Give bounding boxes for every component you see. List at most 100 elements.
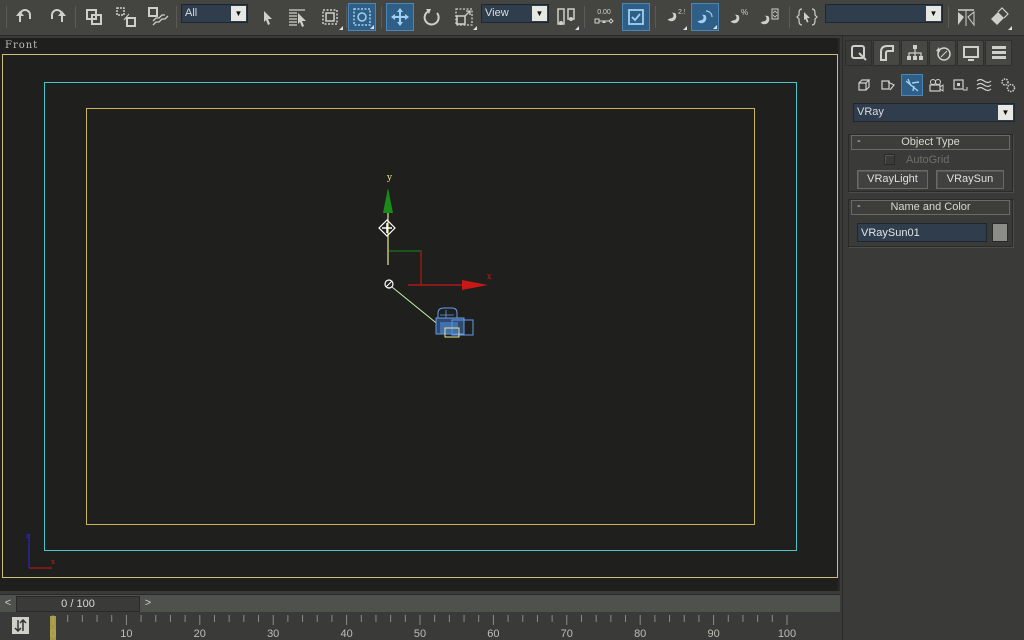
- toolbar-separator: [655, 6, 656, 28]
- geometry-icon: [858, 79, 871, 91]
- object-type-rollout-header[interactable]: - Object Type: [851, 135, 1010, 150]
- chevron-down-icon: ▼: [926, 6, 941, 21]
- object-color-swatch[interactable]: [992, 223, 1008, 242]
- align-button[interactable]: [985, 3, 1013, 31]
- move-gizmo[interactable]: y x: [383, 173, 492, 290]
- main-toolbar: All ▼ View ▼ 0.00 2.5: [0, 0, 1024, 36]
- edit-named-selection-icon: [796, 8, 818, 26]
- time-slider-track[interactable]: < 0 / 100 >: [0, 594, 840, 612]
- select-and-scale-button[interactable]: [450, 3, 478, 31]
- frame-ruler[interactable]: 0102030405060708090100: [0, 612, 840, 640]
- display-tab[interactable]: [957, 40, 984, 66]
- rectangular-selection-region-button[interactable]: [316, 3, 344, 31]
- redo-button[interactable]: [43, 3, 71, 31]
- percent-snap-icon: %: [730, 8, 748, 24]
- previous-frame-button[interactable]: <: [0, 596, 16, 612]
- object-category-value: VRay: [857, 106, 884, 118]
- ruler-label-40: 40: [340, 628, 352, 640]
- selection-filter-dropdown[interactable]: All ▼: [181, 4, 248, 23]
- vraysun-button[interactable]: VRaySun: [936, 170, 1004, 189]
- edit-named-selection-button[interactable]: [793, 3, 821, 31]
- ruler-label-70: 70: [561, 628, 573, 640]
- create-tab[interactable]: [845, 40, 872, 66]
- keyboard-shortcut-override-icon: [628, 9, 644, 25]
- gizmo-x-arrow[interactable]: [462, 280, 488, 290]
- flyout-indicator: [713, 25, 717, 29]
- current-frame-marker[interactable]: [50, 616, 56, 640]
- undo-button[interactable]: [11, 3, 39, 31]
- modify-tab[interactable]: [873, 40, 900, 66]
- flyout-indicator: [683, 26, 687, 30]
- keyboard-shortcut-override-button[interactable]: [622, 3, 650, 31]
- name-and-color-rollout-header[interactable]: - Name and Color: [851, 200, 1010, 215]
- ruler-label-100: 100: [778, 628, 796, 640]
- lights-category-button[interactable]: [901, 74, 923, 96]
- autogrid-label: AutoGrid: [906, 154, 950, 166]
- hierarchy-tab[interactable]: [901, 40, 928, 66]
- helpers-icon: [953, 79, 968, 91]
- autogrid-checkbox[interactable]: [884, 154, 895, 165]
- display-icon: [962, 46, 979, 61]
- collapse-icon: -: [857, 200, 861, 212]
- use-pivot-center-button[interactable]: [552, 3, 580, 31]
- toolbar-separator: [584, 6, 585, 28]
- next-frame-button[interactable]: >: [140, 596, 156, 612]
- motion-tab[interactable]: [929, 40, 956, 66]
- window-crossing-button[interactable]: [348, 3, 376, 31]
- gizmo-y-label: y: [386, 173, 393, 183]
- bind-to-space-warp-button[interactable]: [144, 3, 172, 31]
- select-and-rotate-icon: [423, 9, 440, 26]
- spinner-snap-button[interactable]: 0.00: [590, 3, 618, 31]
- geometry-category-button[interactable]: [853, 74, 875, 96]
- percent-snap-button[interactable]: %: [724, 3, 752, 31]
- select-and-rotate-button[interactable]: [418, 3, 446, 31]
- select-and-link-button[interactable]: [80, 3, 108, 31]
- flyout-indicator: [575, 26, 579, 30]
- gizmo-y-arrow[interactable]: [383, 188, 393, 213]
- snaps-toggle-button[interactable]: 2.5: [660, 3, 688, 31]
- chevron-right-icon: >: [144, 597, 152, 609]
- gizmo-x-label: x: [487, 272, 492, 281]
- object-category-dropdown[interactable]: VRay ▼: [853, 103, 1015, 122]
- use-pivot-center-icon: [557, 8, 575, 25]
- object-type-title: Object Type: [901, 136, 960, 148]
- front-viewport[interactable]: Front y x z x: [0, 38, 840, 591]
- world-z-label: z: [26, 532, 30, 540]
- unlink-selection-icon: [116, 7, 136, 27]
- modify-icon: [879, 45, 894, 61]
- utilities-tab[interactable]: [985, 40, 1012, 66]
- reference-coordinate-dropdown[interactable]: View ▼: [481, 4, 549, 23]
- mirror-button[interactable]: [952, 3, 980, 31]
- angle-snap-button[interactable]: [691, 3, 719, 31]
- select-by-name-button[interactable]: [284, 3, 312, 31]
- unlink-selection-button[interactable]: [112, 3, 140, 31]
- gizmo-xy-plane-handle-y[interactable]: [389, 250, 422, 285]
- select-object-button[interactable]: [253, 3, 281, 31]
- time-slider-thumb[interactable]: 0 / 100: [16, 596, 140, 612]
- spinner-snap-toggle-button[interactable]: [755, 3, 783, 31]
- angle-snap-value: 2.5: [678, 9, 685, 16]
- helpers-category-button[interactable]: [949, 74, 971, 96]
- cameras-category-button[interactable]: [925, 74, 947, 96]
- redo-icon: [51, 9, 66, 22]
- shapes-category-button[interactable]: [877, 74, 899, 96]
- world-axis-tripod: z x: [26, 532, 55, 569]
- space-warps-category-button[interactable]: [973, 74, 995, 96]
- track-bar[interactable]: 0102030405060708090100: [0, 612, 840, 640]
- ruler-label-80: 80: [634, 628, 646, 640]
- ruler-label-50: 50: [414, 628, 426, 640]
- toolbar-separator: [381, 6, 382, 28]
- spinner-snap-toggle-icon: [760, 8, 779, 25]
- rectangular-selection-region-icon: [322, 9, 338, 25]
- vraylight-button[interactable]: VRayLight: [857, 170, 928, 189]
- vray-sun-object[interactable]: [435, 307, 474, 338]
- name-and-color-title: Name and Color: [890, 201, 971, 213]
- viewport-scene: y x z x: [26, 173, 492, 569]
- named-selection-sets-dropdown[interactable]: ▼: [825, 4, 943, 23]
- object-name-field[interactable]: [857, 223, 987, 242]
- ruler-label-20: 20: [194, 628, 206, 640]
- select-and-move-button[interactable]: [386, 3, 414, 31]
- systems-category-button[interactable]: [997, 74, 1019, 96]
- toolbar-separator: [6, 6, 7, 28]
- spinner-snap-value: 0.00: [597, 9, 611, 16]
